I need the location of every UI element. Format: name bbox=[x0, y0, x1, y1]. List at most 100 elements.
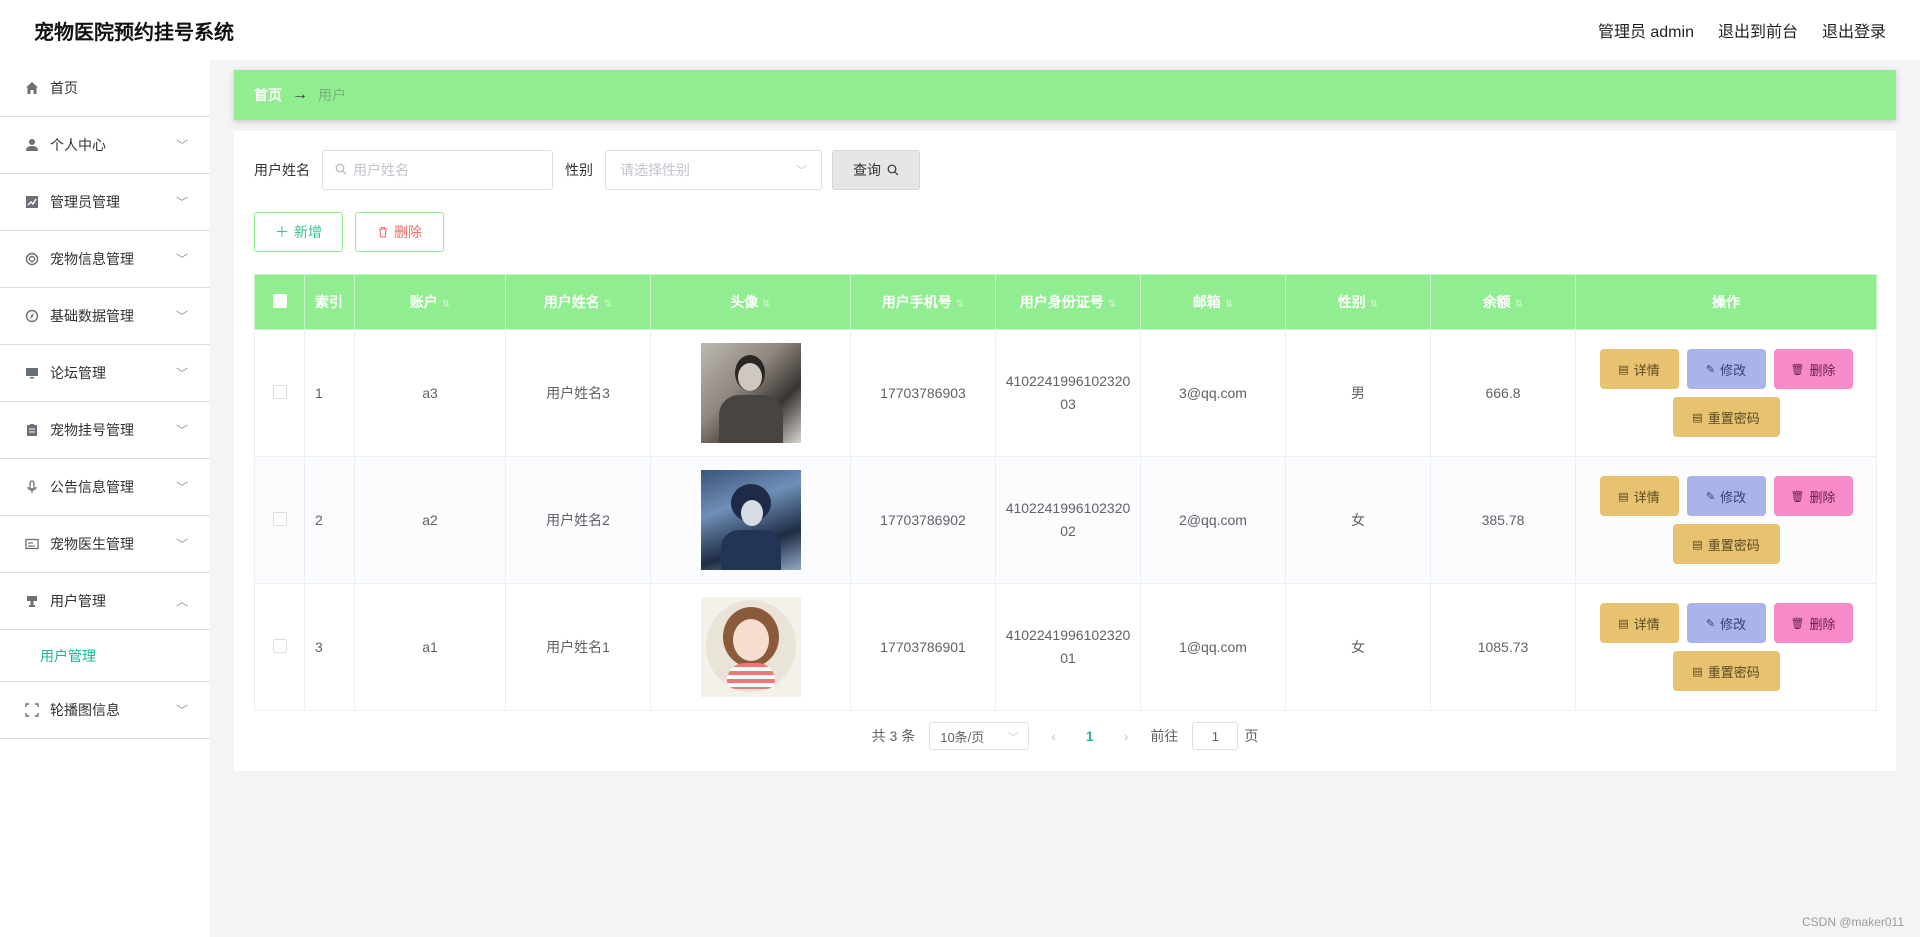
col-header-idcard[interactable]: 用户身份证号 ⇅ bbox=[995, 274, 1141, 330]
cell-actions: ▤ 详情 ✎ 修改 🗑︎ 删除 ▤ 重置密码 bbox=[1575, 456, 1877, 584]
col-header-email[interactable]: 邮箱 ⇅ bbox=[1140, 274, 1286, 330]
table-row: 3 a1 用户姓名1 17703786901 41022419961023200… bbox=[254, 583, 1877, 711]
cell-actions: ▤ 详情 ✎ 修改 🗑︎ 删除 ▤ 重置密码 bbox=[1575, 329, 1877, 457]
sort-icon[interactable]: ⇅ bbox=[1370, 299, 1378, 310]
sort-icon[interactable]: ⇅ bbox=[442, 299, 450, 310]
name-search-input-wrapper[interactable] bbox=[322, 150, 553, 190]
col-header-label: 余额 bbox=[1482, 294, 1511, 310]
batch-delete-button[interactable]: 删除 bbox=[355, 212, 444, 252]
reset-password-button[interactable]: ▤ 重置密码 bbox=[1672, 397, 1780, 437]
reset-password-button[interactable]: ▤ 重置密码 bbox=[1672, 524, 1780, 564]
row-select-cell[interactable] bbox=[254, 456, 305, 584]
page-size-select[interactable]: 10条/页 ﹀ bbox=[929, 722, 1030, 750]
cell-gender: 男 bbox=[1285, 329, 1431, 457]
delete-button-label: 删除 bbox=[394, 224, 422, 240]
cell-idcard: 410224199610232003 bbox=[995, 329, 1141, 457]
sidebar-item-label: 基础数据管理 bbox=[50, 308, 134, 324]
breadcrumb-current: 用户 bbox=[318, 87, 346, 103]
sidebar-item-doctor[interactable]: 宠物医生管理 ﹀ bbox=[0, 516, 210, 573]
cell-email: 2@qq.com bbox=[1140, 456, 1286, 584]
delete-button[interactable]: 🗑︎ 删除 bbox=[1773, 476, 1853, 516]
sidebar-item-forum[interactable]: 论坛管理 ﹀ bbox=[0, 345, 210, 402]
sidebar-item-label: 用户管理 bbox=[50, 593, 106, 609]
sort-icon[interactable]: ⇅ bbox=[1108, 299, 1116, 310]
document-icon: ▤ bbox=[1618, 617, 1629, 630]
avatar bbox=[700, 470, 801, 570]
sidebar-item-registration[interactable]: 宠物挂号管理 ﹀ bbox=[0, 402, 210, 459]
col-header-account[interactable]: 账户 ⇅ bbox=[354, 274, 506, 330]
col-header-label: 用户身份证号 bbox=[1019, 294, 1104, 310]
reset-label: 重置密码 bbox=[1707, 537, 1760, 553]
edit-button[interactable]: ✎ 修改 bbox=[1686, 476, 1766, 516]
sort-icon[interactable]: ⇅ bbox=[762, 299, 770, 310]
prev-page-button[interactable]: ‹ bbox=[1043, 728, 1064, 744]
delete-button[interactable]: 🗑︎ 删除 bbox=[1773, 349, 1853, 389]
total-count: 共 3 条 bbox=[871, 728, 916, 744]
delete-button[interactable]: 🗑︎ 删除 bbox=[1773, 603, 1853, 643]
gender-select[interactable]: 请选择性别 ﹀ bbox=[605, 150, 822, 190]
select-all-cell[interactable] bbox=[254, 274, 305, 330]
sort-icon[interactable]: ⇅ bbox=[1515, 299, 1523, 310]
query-button[interactable]: 查询 bbox=[832, 150, 920, 190]
edit-label: 修改 bbox=[1720, 362, 1747, 378]
detail-button[interactable]: ▤ 详情 bbox=[1599, 603, 1679, 643]
compass-icon bbox=[24, 308, 40, 324]
row-checkbox[interactable] bbox=[272, 384, 287, 399]
sidebar-item-announcement[interactable]: 公告信息管理 ﹀ bbox=[0, 459, 210, 516]
page-size-value: 10条/页 bbox=[940, 729, 985, 745]
edit-button[interactable]: ✎ 修改 bbox=[1686, 349, 1766, 389]
detail-button[interactable]: ▤ 详情 bbox=[1599, 476, 1679, 516]
select-all-checkbox[interactable] bbox=[272, 293, 287, 308]
reset-password-button[interactable]: ▤ 重置密码 bbox=[1672, 651, 1780, 691]
sidebar-item-personal-center[interactable]: 个人中心 ﹀ bbox=[0, 117, 210, 174]
back-to-front-link[interactable]: 退出到前台 bbox=[1718, 18, 1798, 42]
sidebar-item-base-data[interactable]: 基础数据管理 ﹀ bbox=[0, 288, 210, 345]
table-row: 2 a2 用户姓名2 17703786902 41022419961023200… bbox=[254, 456, 1877, 584]
sidebar-item-admin-management[interactable]: 管理员管理 ﹀ bbox=[0, 174, 210, 231]
sort-icon[interactable]: ⇅ bbox=[956, 299, 964, 310]
col-header-gender[interactable]: 性别 ⇅ bbox=[1285, 274, 1431, 330]
breadcrumb: 首页 → 用户 bbox=[234, 70, 1896, 120]
next-page-button[interactable]: › bbox=[1116, 728, 1137, 744]
col-header-name[interactable]: 用户姓名 ⇅ bbox=[505, 274, 651, 330]
goto-page-input[interactable] bbox=[1192, 722, 1239, 750]
sidebar-item-carousel[interactable]: 轮播图信息 ﹀ bbox=[0, 682, 210, 739]
sidebar-item-home[interactable]: 首页 bbox=[0, 60, 210, 117]
sidebar-item-user-management[interactable]: 用户管理 ︿ bbox=[0, 573, 210, 630]
name-search-input[interactable] bbox=[353, 162, 533, 178]
detail-label: 详情 bbox=[1633, 489, 1660, 505]
chevron-down-icon: ﹀ bbox=[175, 138, 188, 153]
breadcrumb-home[interactable]: 首页 bbox=[254, 85, 282, 105]
document-icon: ▤ bbox=[1692, 665, 1703, 678]
sort-icon[interactable]: ⇅ bbox=[1225, 299, 1233, 310]
add-button[interactable]: ＋ 新增 bbox=[254, 212, 343, 252]
submenu-item-user-management[interactable]: 用户管理 bbox=[0, 630, 210, 682]
row-select-cell[interactable] bbox=[254, 329, 305, 457]
cell-balance: 666.8 bbox=[1430, 329, 1576, 457]
user-table: 索引 账户 ⇅ 用户姓名 ⇅ 头像 ⇅ 用户手机号 ⇅ 用户身份证号 ⇅ 邮箱 ⇅ 性别 ⇅ … bbox=[254, 274, 1877, 711]
row-checkbox[interactable] bbox=[272, 511, 287, 526]
pencil-icon: ✎ bbox=[1705, 617, 1716, 630]
sort-icon[interactable]: ⇅ bbox=[604, 299, 612, 310]
col-header-balance[interactable]: 余额 ⇅ bbox=[1430, 274, 1576, 330]
edit-button[interactable]: ✎ 修改 bbox=[1686, 603, 1766, 643]
col-header-actions: 操作 bbox=[1575, 274, 1877, 330]
logout-link[interactable]: 退出登录 bbox=[1822, 18, 1886, 42]
clipboard-icon bbox=[24, 422, 40, 438]
chevron-down-icon: ﹀ bbox=[175, 309, 188, 324]
detail-button[interactable]: ▤ 详情 bbox=[1599, 349, 1679, 389]
col-header-avatar[interactable]: 头像 ⇅ bbox=[650, 274, 851, 330]
table-header-row: 索引 账户 ⇅ 用户姓名 ⇅ 头像 ⇅ 用户手机号 ⇅ 用户身份证号 ⇅ 邮箱 ⇅ 性别 ⇅ … bbox=[254, 274, 1877, 330]
sidebar-item-label: 宠物医生管理 bbox=[50, 536, 134, 552]
sidebar-item-pet-info[interactable]: 宠物信息管理 ﹀ bbox=[0, 231, 210, 288]
delete-label: 删除 bbox=[1809, 616, 1836, 632]
col-header-phone[interactable]: 用户手机号 ⇅ bbox=[850, 274, 996, 330]
row-checkbox[interactable] bbox=[272, 638, 287, 653]
row-select-cell[interactable] bbox=[254, 583, 305, 711]
trash-icon: 🗑︎ bbox=[1790, 363, 1805, 376]
sidebar-item-label: 轮播图信息 bbox=[50, 702, 120, 718]
page-number-current[interactable]: 1 bbox=[1078, 728, 1102, 744]
sidebar-item-label: 宠物信息管理 bbox=[50, 251, 134, 267]
reset-label: 重置密码 bbox=[1707, 664, 1760, 680]
delete-label: 删除 bbox=[1809, 362, 1836, 378]
